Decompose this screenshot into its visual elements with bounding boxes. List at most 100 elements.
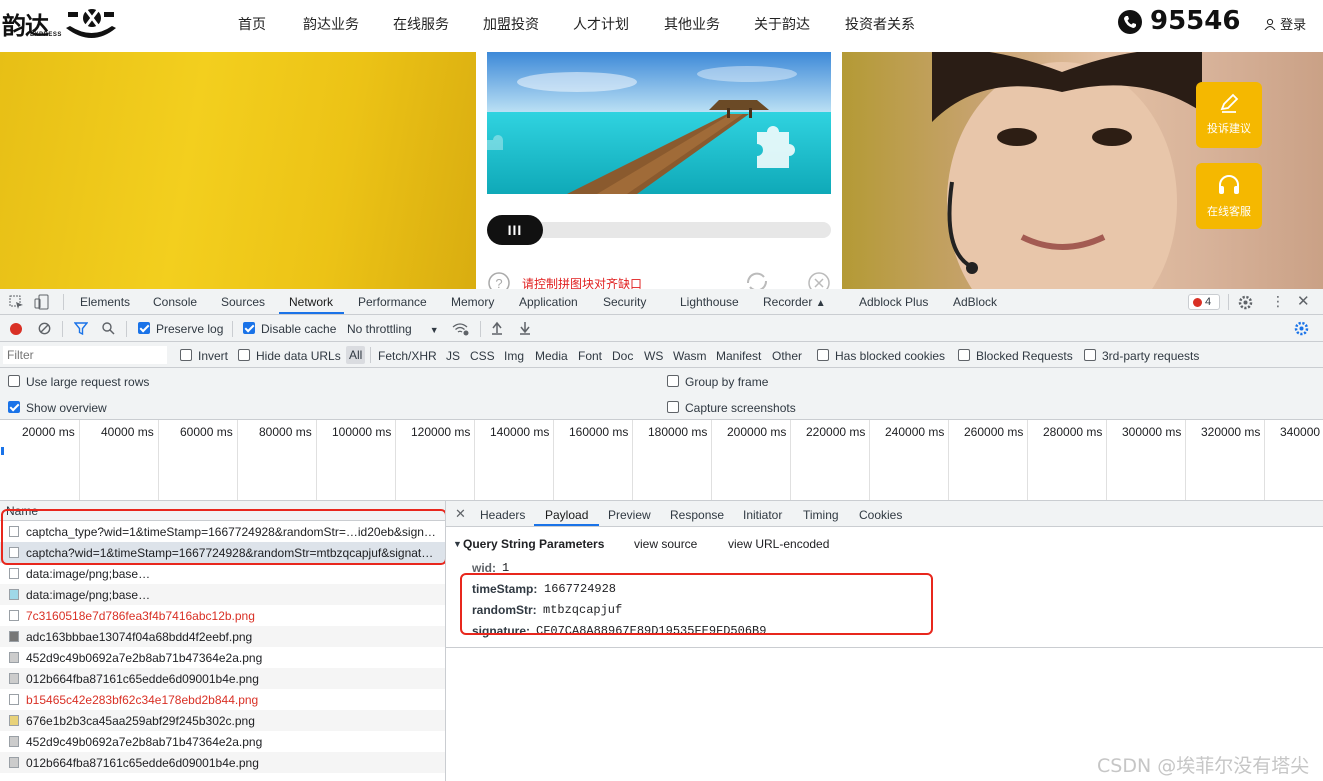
request-row[interactable]: 676e1b2b3ca45aa259abf29f245b302c.png [0, 710, 445, 731]
request-row[interactable]: 452d9c49b0692a7e2b8ab71b47364e2a.png [0, 731, 445, 752]
request-row[interactable]: b15465c42e283bf62c34e178ebd2b844.png [0, 689, 445, 710]
request-row[interactable]: 012b664fba87161c65edde6d09001b4e.png [0, 668, 445, 689]
more-options-icon[interactable]: ⋮ [1271, 293, 1285, 310]
nav-about[interactable]: 关于韵达 [754, 14, 810, 34]
clear-icon[interactable] [38, 322, 51, 335]
tab-payload[interactable]: Payload [545, 508, 588, 522]
hide-data-urls-checkbox[interactable] [238, 349, 250, 361]
tab-adblock[interactable]: AdBlock [953, 295, 997, 309]
settings-gear-icon[interactable] [1238, 295, 1253, 310]
device-toolbar-icon[interactable] [34, 294, 50, 310]
import-har-icon[interactable] [491, 321, 503, 335]
export-har-icon[interactable] [519, 321, 531, 335]
nav-home[interactable]: 首页 [238, 14, 266, 34]
nav-talent[interactable]: 人才计划 [573, 14, 629, 34]
tab-memory[interactable]: Memory [451, 295, 494, 309]
nav-business[interactable]: 韵达业务 [303, 14, 359, 34]
tab-response[interactable]: Response [670, 508, 724, 522]
request-row[interactable]: 012b664fba87161c65edde6d09001b4e.png [0, 752, 445, 773]
timeline-tick: 80000 ms [259, 425, 312, 439]
inspect-element-icon[interactable] [9, 295, 24, 310]
collapse-triangle-icon[interactable]: ▼ [453, 539, 462, 549]
capture-screenshots-checkbox[interactable] [667, 401, 679, 413]
image-file-icon [9, 757, 19, 768]
nav-investors[interactable]: 投资者关系 [845, 14, 915, 34]
active-detail-tab-indicator [534, 524, 599, 526]
slider-handle[interactable]: III [487, 215, 543, 245]
tab-preview[interactable]: Preview [608, 508, 651, 522]
tab-initiator[interactable]: Initiator [743, 508, 782, 522]
online-support-button[interactable]: 在线客服 [1196, 163, 1262, 229]
close-devtools-icon[interactable]: ✕ [1297, 292, 1310, 310]
tab-application[interactable]: Application [519, 295, 578, 309]
network-settings-gear-icon[interactable] [1294, 321, 1309, 336]
network-overview-timeline[interactable]: 20000 ms 40000 ms 60000 ms 80000 ms 1000… [0, 420, 1323, 501]
timeline-tick: 40000 ms [101, 425, 154, 439]
filter-type-doc[interactable]: Doc [612, 349, 633, 363]
tab-elements[interactable]: Elements [80, 295, 130, 309]
complaint-suggestion-button[interactable]: 投诉建议 [1196, 82, 1262, 148]
query-params-heading[interactable]: Query String Parameters [463, 537, 604, 551]
filter-type-ws[interactable]: WS [644, 349, 663, 363]
close-detail-icon[interactable]: ✕ [455, 506, 466, 522]
show-overview-checkbox[interactable] [8, 401, 20, 413]
timeline-tick: 180000 ms [648, 425, 708, 439]
yunda-logo-icon [66, 9, 116, 38]
tab-network[interactable]: Network [289, 295, 333, 309]
tab-security[interactable]: Security [603, 295, 646, 309]
search-icon[interactable] [102, 322, 115, 335]
filter-icon[interactable] [74, 322, 88, 335]
network-conditions-icon[interactable] [452, 322, 470, 336]
request-row[interactable]: adc163bbbae13074f04a68bdd4f2eebf.png [0, 626, 445, 647]
nav-other-business[interactable]: 其他业务 [664, 14, 720, 34]
filter-type-media[interactable]: Media [535, 349, 568, 363]
view-source-link[interactable]: view source [634, 537, 697, 551]
tab-adblock-plus[interactable]: Adblock Plus [859, 295, 928, 309]
request-row[interactable]: 452d9c49b0692a7e2b8ab71b47364e2a.png [0, 647, 445, 668]
filter-type-manifest[interactable]: Manifest [716, 349, 761, 363]
request-row[interactable]: data:image/png;base… [0, 584, 445, 605]
has-blocked-cookies-checkbox[interactable] [817, 349, 829, 361]
filter-type-wasm[interactable]: Wasm [673, 349, 707, 363]
tab-console[interactable]: Console [153, 295, 197, 309]
tab-performance[interactable]: Performance [358, 295, 427, 309]
request-file-icon [9, 610, 19, 621]
tab-sources[interactable]: Sources [221, 295, 265, 309]
request-name: 676e1b2b3ca45aa259abf29f245b302c.png [26, 714, 255, 728]
divider [126, 321, 127, 337]
tab-headers[interactable]: Headers [480, 508, 525, 522]
invert-checkbox[interactable] [180, 349, 192, 361]
request-row[interactable]: data:image/png;base… [0, 563, 445, 584]
nav-franchise[interactable]: 加盟投资 [483, 14, 539, 34]
site-logo-subtitle: EXPRESS [30, 32, 62, 38]
filter-type-font[interactable]: Font [578, 349, 602, 363]
group-by-frame-checkbox[interactable] [667, 375, 679, 387]
request-row[interactable]: 7c3160518e7d786fea3f4b7416abc12b.png [0, 605, 445, 626]
filter-type-js[interactable]: JS [446, 349, 460, 363]
disable-cache-checkbox[interactable] [243, 322, 255, 334]
blocked-requests-checkbox[interactable] [958, 349, 970, 361]
refresh-icon[interactable] [744, 271, 770, 289]
filter-type-other[interactable]: Other [772, 349, 802, 363]
large-rows-checkbox[interactable] [8, 375, 20, 387]
tab-lighthouse[interactable]: Lighthouse [680, 295, 739, 309]
nav-online-service[interactable]: 在线服务 [393, 14, 449, 34]
throttling-select[interactable]: No throttling ▼ [347, 322, 439, 336]
filter-type-fetch-xhr[interactable]: Fetch/XHR [378, 349, 437, 363]
tab-timing[interactable]: Timing [803, 508, 839, 522]
filter-type-all[interactable]: All [346, 346, 366, 364]
record-icon[interactable] [10, 323, 22, 335]
preserve-log-checkbox[interactable] [138, 322, 150, 334]
help-icon[interactable]: ? [487, 271, 511, 289]
timeline-tick: 60000 ms [180, 425, 233, 439]
tab-recorder[interactable]: Recorder ▲ [763, 295, 826, 309]
close-icon[interactable] [807, 271, 831, 289]
filter-type-img[interactable]: Img [504, 349, 524, 363]
third-party-checkbox[interactable] [1084, 349, 1096, 361]
filter-type-css[interactable]: CSS [470, 349, 495, 363]
tab-cookies[interactable]: Cookies [859, 508, 902, 522]
view-url-encoded-link[interactable]: view URL-encoded [728, 537, 829, 551]
filter-input[interactable] [3, 346, 167, 364]
error-counter-badge[interactable]: 4 [1188, 294, 1220, 310]
login-link[interactable]: 登录 [1264, 14, 1306, 33]
